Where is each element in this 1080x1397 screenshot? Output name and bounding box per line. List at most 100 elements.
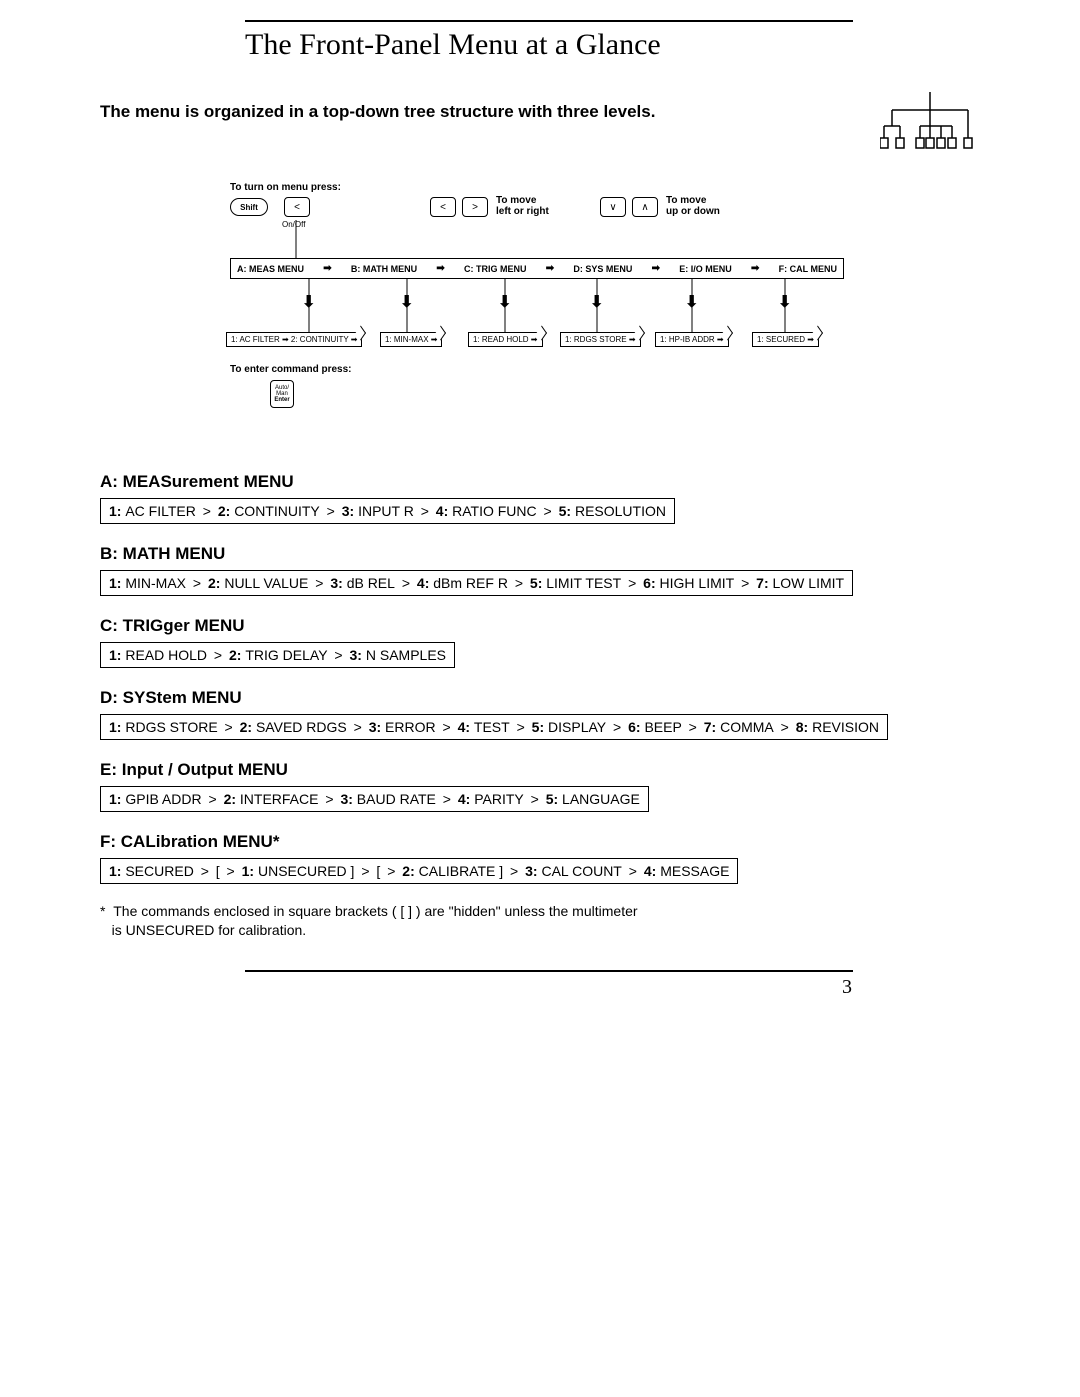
down-arrow-icon: ⬇ [498,292,511,312]
chevron-right-icon: > [328,647,350,663]
menu-item-number: 3: [342,503,358,519]
menu-item-text: dB REL [347,575,395,591]
chevron-right-icon: > [320,503,342,519]
chevron-right-icon: > [503,863,525,879]
menu-item-number: 2: [402,863,418,879]
menu-item-text: BEEP [644,719,681,735]
menu-item-text: HIGH LIMIT [660,575,735,591]
page-title: The Front-Panel Menu at a Glance [245,28,980,62]
subhead-row: The menu is organized in a top-down tree… [100,92,980,152]
menubar-item: F: CAL MENU [779,264,837,274]
menu-items-box: 1: GPIB ADDR > 2: INTERFACE > 3: BAUD RA… [100,786,649,812]
menu-heading: A: MEASurement MENU [100,472,980,492]
menu-item-text: RATIO FUNC [452,503,537,519]
move-ud-caption: To moveup or down [666,195,720,217]
chevron-right-icon: > [774,719,796,735]
page-number: 3 [100,976,852,999]
menu-item-number: 3: [350,647,366,663]
leaf-box: 1: MIN-MAX ➡ [380,332,442,347]
menu-item-number: 5: [532,719,548,735]
footnote: * The commands enclosed in square bracke… [100,902,980,940]
menu-items-box: 1: READ HOLD > 2: TRIG DELAY > 3: N SAMP… [100,642,455,668]
enter-key-icon: Auto/ Man Enter [270,380,294,408]
menu-item-number: 2: [224,791,240,807]
menu-item-number: 1: [109,791,125,807]
chevron-right-icon: > [414,503,436,519]
chevron-right-icon: > [682,719,704,735]
menu-heading: E: Input / Output MENU [100,760,980,780]
menu-item-number: 8: [796,719,812,735]
menu-item-text: RESOLUTION [575,503,666,519]
move-lr-caption: To moveleft or right [496,195,549,217]
menu-item-text: GPIB ADDR [125,791,201,807]
menu-item-number: 1: [242,863,258,879]
leaf-box: 1: RDGS STORE ➡ [560,332,641,347]
page: The Front-Panel Menu at a Glance The men… [0,0,1080,1397]
footnote-line2: is UNSECURED for calibration. [112,922,307,938]
menu-item-text: BAUD RATE [357,791,436,807]
leaf-box: 1: AC FILTER ➡ 2: CONTINUITY ➡ [226,332,362,347]
menu-item-text: INPUT R [358,503,414,519]
menu-heading: D: SYStem MENU [100,688,980,708]
menu-item-text: CALIBRATE ] [419,863,504,879]
menu-item-number: 5: [559,503,575,519]
menu-item-number: 5: [530,575,546,591]
menu-item-text: REVISION [812,719,879,735]
menu-item-number: 1: [109,503,125,519]
bottom-rule [245,970,853,972]
leaf-box: 1: SECURED ➡ [752,332,819,347]
chevron-right-icon: > [508,575,530,591]
menu-item-number: 1: [109,575,125,591]
chevron-right-icon: > [734,575,756,591]
menu-item-number: 4: [458,791,474,807]
menu-items-box: 1: MIN-MAX > 2: NULL VALUE > 3: dB REL >… [100,570,853,596]
chevron-right-icon: > [524,791,546,807]
chevron-right-icon: > [347,719,369,735]
menu-item-number: 2: [208,575,224,591]
menu-item-text: SAVED RDGS [256,719,347,735]
menu-item-number: 4: [417,575,433,591]
menu-item-text: ERROR [385,719,436,735]
tree-structure-icon [880,92,980,152]
menu-item-text: SECURED [125,863,193,879]
menu-heading: F: CALibration MENU* [100,832,980,852]
chevron-right-icon: > [220,863,242,879]
menu-items-box: 1: SECURED > [ > 1: UNSECURED ] > [ > 2:… [100,858,738,884]
right-arrow-key-icon: > [462,197,488,217]
leaf-box: 1: HP-IB ADDR ➡ [655,332,729,347]
menu-item-text: DISPLAY [548,719,606,735]
chevron-right-icon: > [218,719,240,735]
down-arrow-key-icon: ∨ [600,197,626,217]
menu-item-number: 3: [369,719,385,735]
menu-item-text: TEST [474,719,510,735]
down-arrow-icon: ⬇ [685,292,698,312]
menu-items-box: 1: AC FILTER > 2: CONTINUITY > 3: INPUT … [100,498,675,524]
up-arrow-key-icon: ∧ [632,197,658,217]
menu-item-text: LANGUAGE [562,791,640,807]
menu-item-text: dBm REF R [433,575,508,591]
subhead-text: The menu is organized in a top-down tree… [100,102,655,122]
left-arrow-key-icon: < [284,197,310,217]
menu-item-text: MIN-MAX [125,575,186,591]
menu-item-text: NULL VALUE [224,575,308,591]
footnote-line1: The commands enclosed in square brackets… [113,903,637,919]
menubar-item: E: I/O MENU [679,264,732,274]
menu-item-text: COMMA [720,719,774,735]
shift-key-icon: Shift [230,198,268,216]
menu-item-number: 6: [628,719,644,735]
menu-item-number: 1: [109,863,125,879]
menubar-item: B: MATH MENU [351,264,417,274]
menubar-item: D: SYS MENU [573,264,632,274]
menu-item-text: AC FILTER [125,503,196,519]
chevron-right-icon: > [194,863,216,879]
menu-heading: B: MATH MENU [100,544,980,564]
leaf-box: 1: READ HOLD ➡ [468,332,543,347]
turn-on-label: To turn on menu press: [230,182,341,193]
menu-item-number: 1: [109,719,125,735]
menu-item-text: PARITY [474,791,524,807]
menu-item-number: 4: [458,719,474,735]
menu-item-number: 2: [240,719,256,735]
menu-item-text: TRIG DELAY [245,647,327,663]
menu-items-box: 1: RDGS STORE > 2: SAVED RDGS > 3: ERROR… [100,714,888,740]
menu-item-number: 3: [340,791,356,807]
